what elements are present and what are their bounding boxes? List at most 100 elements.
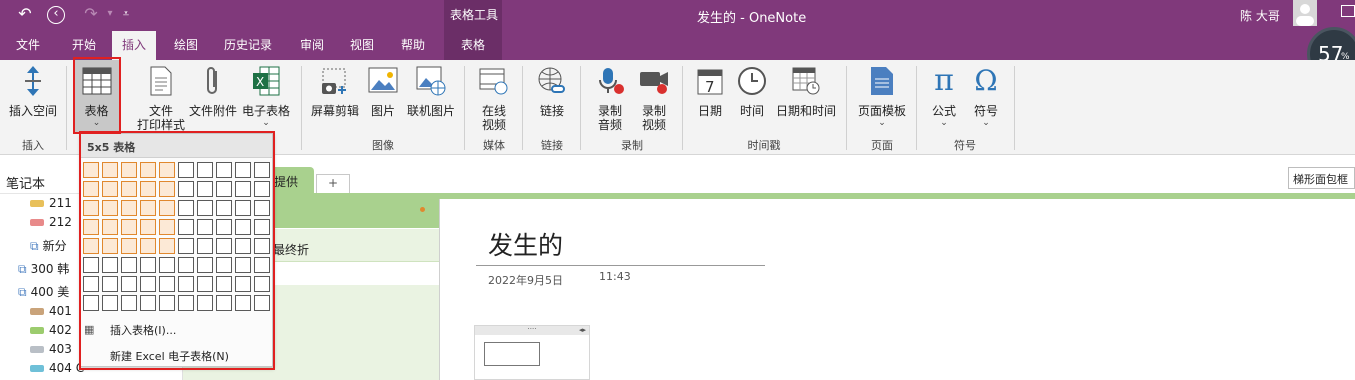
page-time: 11:43: [599, 270, 631, 283]
group-recording: 录制: [621, 139, 643, 152]
date-time-button[interactable]: 日期和时间: [774, 64, 838, 118]
search-input[interactable]: 梯形面包框: [1288, 167, 1355, 189]
page-template-icon: [866, 64, 898, 98]
section-group-icon: ⧉: [18, 262, 27, 276]
tab-home[interactable]: 开始: [62, 31, 106, 60]
separator: [916, 66, 917, 150]
section-tab-label: 提供: [274, 175, 299, 189]
symbol-button[interactable]: Ω 符号 ⌄: [966, 64, 1006, 129]
spreadsheet-button[interactable]: X 电子表格 ⌄: [240, 64, 292, 128]
date-button[interactable]: 7 日期: [690, 64, 730, 118]
time-button[interactable]: 时间: [732, 64, 772, 118]
screen-clipping-button[interactable]: 屏幕剪辑: [308, 64, 362, 118]
section-group-icon: ⧉: [18, 285, 27, 299]
section-label: 300 韩: [30, 262, 70, 276]
separator: [464, 66, 465, 150]
file-attachment-button[interactable]: 文件附件: [188, 64, 238, 118]
add-section-button[interactable]: +: [316, 174, 350, 193]
ribbon-display-icon[interactable]: [1341, 5, 1355, 17]
section-group-400[interactable]: ⧉ 400 美: [18, 283, 69, 300]
file-printout-icon: [145, 64, 177, 98]
separator: [522, 66, 523, 150]
user-name[interactable]: 陈 大哥: [1240, 7, 1280, 24]
online-video-button[interactable]: 在线 视频: [472, 64, 516, 132]
equation-label: 公式: [931, 104, 956, 118]
section-group-new[interactable]: ⧉ 新分: [30, 237, 67, 254]
section-402[interactable]: 402: [30, 323, 72, 337]
record-video-label-1: 录制: [641, 104, 666, 118]
omega-icon: Ω: [974, 64, 998, 97]
section-403[interactable]: 403: [30, 342, 72, 356]
pi-icon: π: [934, 63, 954, 98]
section-group-300[interactable]: ⧉ 300 韩: [18, 260, 69, 277]
section-401[interactable]: 401: [30, 304, 72, 318]
undo-icon[interactable]: ↶: [14, 4, 36, 26]
title-bar: ↶ ‹ ↷ ▾ ⩡ 表格工具 发生的 - OneNote 陈 大哥: [0, 0, 1355, 31]
screen-clipping-icon: [319, 64, 351, 98]
tab-history[interactable]: 历史记录: [214, 31, 282, 60]
title-underline: [476, 265, 765, 266]
separator: [846, 66, 847, 150]
screen-clipping-label: 屏幕剪辑: [310, 104, 359, 118]
chevron-down-icon: ⌄: [878, 118, 886, 128]
section-color: [30, 346, 44, 353]
tab-view[interactable]: 视图: [340, 31, 384, 60]
group-images: 图像: [372, 139, 394, 152]
link-button[interactable]: 链接: [530, 64, 574, 118]
section-label: 211: [49, 196, 72, 210]
container-handle[interactable]: ····: [475, 326, 589, 335]
back-icon[interactable]: ‹: [47, 6, 65, 24]
tab-table[interactable]: 表格: [444, 31, 502, 60]
svg-text:7: 7: [705, 78, 715, 96]
customize-qat-icon[interactable]: ⩡: [115, 4, 137, 26]
group-links: 链接: [541, 139, 563, 152]
group-symbols: 符号: [954, 139, 976, 152]
picture-button[interactable]: 图片: [364, 64, 402, 118]
file-printout-label-2: 打印样式: [136, 118, 185, 132]
avatar[interactable]: [1293, 0, 1317, 26]
insert-space-button[interactable]: 插入空间: [6, 64, 60, 118]
link-label: 链接: [539, 104, 564, 118]
date-time-icon: [790, 64, 822, 98]
chevron-down-icon: ⌄: [262, 118, 270, 128]
file-printout-button[interactable]: 文件 打印样式: [134, 64, 188, 132]
section-tab-strip: [183, 156, 1355, 193]
spreadsheet-label: 电子表格: [241, 104, 290, 118]
link-icon: [536, 64, 568, 98]
insert-space-label: 插入空间: [8, 104, 57, 118]
section-label: 212: [49, 215, 72, 229]
separator: [1014, 66, 1015, 150]
record-video-button[interactable]: 录制 视频: [632, 64, 676, 132]
equation-button[interactable]: π 公式 ⌄: [924, 63, 964, 129]
online-picture-icon: [415, 64, 447, 98]
tab-file[interactable]: 文件: [6, 31, 50, 60]
divider: [439, 199, 440, 380]
resize-arrows-icon[interactable]: ◂▸: [579, 326, 586, 334]
tab-help[interactable]: 帮助: [391, 31, 435, 60]
online-video-label-2: 视频: [481, 118, 506, 132]
online-picture-button[interactable]: 联机图片: [404, 64, 458, 118]
date-label: 日期: [697, 104, 722, 118]
video-camera-icon: [638, 64, 670, 98]
note-container[interactable]: ···· ◂▸: [474, 325, 590, 380]
section-label: 402: [49, 323, 72, 337]
window-title: 发生的 - OneNote: [697, 11, 807, 26]
section-404[interactable]: 404 C: [30, 361, 84, 375]
section-211[interactable]: 211: [30, 196, 72, 210]
section-212[interactable]: 212: [30, 215, 72, 229]
record-audio-button[interactable]: 录制 音频: [588, 64, 632, 132]
tab-draw[interactable]: 绘图: [164, 31, 208, 60]
separator: [301, 66, 302, 150]
record-video-label-2: 视频: [641, 118, 666, 132]
page-title[interactable]: 发生的: [488, 226, 563, 262]
paperclip-icon: [197, 64, 229, 98]
chevron-down-icon: ⌄: [940, 118, 948, 128]
file-attachment-label: 文件附件: [188, 104, 237, 118]
table-cell[interactable]: [484, 342, 540, 366]
tab-insert[interactable]: 插入: [112, 31, 157, 60]
page-templates-button[interactable]: 页面模板 ⌄: [852, 64, 912, 128]
clock-icon: [736, 64, 768, 98]
tab-review[interactable]: 审阅: [290, 31, 334, 60]
section-label: 新分: [42, 239, 67, 253]
section-color: [30, 365, 44, 372]
